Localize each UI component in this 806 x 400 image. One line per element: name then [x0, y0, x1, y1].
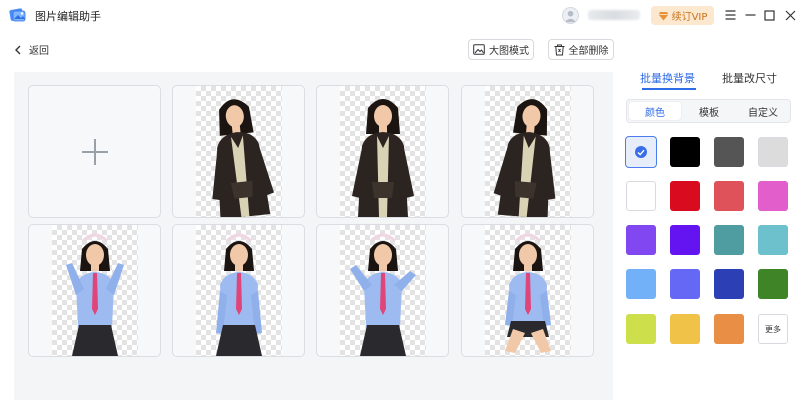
image-thumbnail[interactable] [461, 224, 594, 357]
color-swatch-dark-gray[interactable] [714, 137, 744, 167]
person-cutout [493, 99, 556, 217]
more-colors-label: 更多 [765, 324, 781, 334]
color-swatch-aqua[interactable] [758, 225, 788, 255]
transparent-background [196, 86, 282, 217]
image-icon [473, 44, 485, 55]
title-bar: 图片编辑助手 续订VIP [0, 0, 806, 30]
user-name-blurred[interactable] [588, 10, 640, 20]
diamond-icon [658, 11, 669, 20]
color-swatch-sky-blue[interactable] [626, 269, 656, 299]
chevron-left-icon [15, 45, 21, 54]
back-label: 返回 [29, 46, 49, 57]
subtab-color[interactable]: 颜色 [629, 102, 681, 120]
person-cutout [66, 233, 124, 356]
color-swatch-teal[interactable] [714, 225, 744, 255]
person-cutout [505, 233, 551, 353]
active-tab-indicator [642, 88, 696, 90]
maximize-button[interactable] [761, 7, 777, 23]
image-thumbnail[interactable] [28, 224, 161, 357]
transparent-background [340, 86, 426, 217]
person-cutout [216, 233, 262, 356]
minimize-button[interactable] [742, 7, 758, 23]
selected-check-icon [635, 146, 647, 158]
more-colors-button[interactable]: 更多 [758, 314, 788, 344]
tab-batch-resize[interactable]: 批量改尺寸 [722, 70, 777, 86]
color-swatch-coral-red[interactable] [714, 181, 744, 211]
color-swatch-royal-blue[interactable] [714, 269, 744, 299]
image-thumbnail[interactable] [172, 224, 305, 357]
transparent-background [196, 225, 282, 356]
menu-button[interactable] [722, 7, 738, 23]
color-swatch-violet[interactable] [670, 225, 700, 255]
app-logo-icon [9, 8, 26, 22]
color-swatch-periwinkle[interactable] [670, 269, 700, 299]
color-swatch-amber[interactable] [670, 314, 700, 344]
color-swatch-pink[interactable] [758, 181, 788, 211]
user-icon [564, 10, 577, 23]
person-cutout [212, 99, 275, 217]
transparent-background [52, 225, 138, 356]
color-swatch-light-gray[interactable] [758, 137, 788, 167]
close-button[interactable] [782, 7, 798, 23]
color-swatch-red[interactable] [670, 181, 700, 211]
large-view-button[interactable]: 大图模式 [468, 39, 534, 60]
person-cutout [350, 233, 416, 356]
color-swatch-orange[interactable] [714, 314, 744, 344]
app-title: 图片编辑助手 [35, 10, 101, 23]
transparent-background [340, 225, 426, 356]
delete-all-label: 全部删除 [568, 46, 609, 57]
avatar[interactable] [562, 7, 579, 24]
plus-icon [81, 138, 108, 165]
delete-all-button[interactable]: 全部删除 [548, 39, 614, 60]
image-thumbnail[interactable] [461, 85, 594, 218]
subtab-custom[interactable]: 自定义 [737, 102, 789, 120]
color-swatch-white[interactable] [626, 181, 656, 211]
color-swatch-lime[interactable] [626, 314, 656, 344]
background-type-tabs: 颜色 模板 自定义 [626, 99, 791, 123]
add-image-button[interactable] [28, 85, 161, 218]
image-canvas [14, 72, 613, 400]
transparent-background [485, 225, 571, 356]
trash-icon [554, 44, 564, 55]
image-thumbnail[interactable] [316, 224, 449, 357]
subtab-template[interactable]: 模板 [683, 102, 735, 120]
app-window: 图片编辑助手 续订VIP 返回 大图模式 全部删除 批量换背景 批量改尺寸 颜色… [0, 0, 806, 400]
menu-icon [725, 10, 735, 20]
image-thumbnail[interactable] [172, 85, 305, 218]
large-view-label: 大图模式 [489, 46, 529, 57]
maximize-icon [763, 9, 775, 21]
color-swatch-purple[interactable] [626, 225, 656, 255]
transparent-background [485, 86, 571, 217]
close-icon [785, 10, 795, 20]
color-swatch-transparent[interactable] [625, 136, 657, 168]
person-cutout [352, 99, 414, 217]
color-swatch-green[interactable] [758, 269, 788, 299]
color-swatch-black[interactable] [670, 137, 700, 167]
renew-vip-button[interactable]: 续订VIP [651, 6, 714, 25]
minimize-icon [745, 14, 755, 16]
back-button[interactable]: 返回 [14, 42, 49, 57]
tab-batch-background[interactable]: 批量换背景 [640, 70, 695, 86]
renew-vip-label: 续订VIP [671, 12, 708, 23]
image-thumbnail[interactable] [316, 85, 449, 218]
